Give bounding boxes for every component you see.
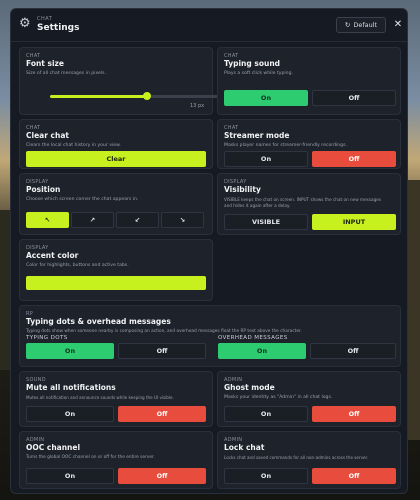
ghost-on-button[interactable]: On: [224, 406, 308, 422]
close-icon[interactable]: ✕: [392, 18, 404, 32]
ghost-mode-card: ADMIN Ghost mode Masks your identity as …: [217, 371, 401, 427]
card-desc: VISIBLE keeps the chat on screen. INPUT …: [224, 197, 382, 202]
card-desc: Size of all chat messages in pixels.: [26, 71, 106, 76]
typing-dots-card: RP Typing dots & overhead messages Typin…: [19, 305, 401, 367]
card-title: Font size: [26, 59, 64, 68]
card-title: Typing sound: [224, 59, 281, 68]
clear-chat-button[interactable]: Clear: [26, 151, 206, 167]
visibility-visible-button[interactable]: VISIBLE: [224, 214, 308, 230]
background-tree: [406, 180, 420, 440]
card-title: Streamer mode: [224, 131, 290, 140]
lock-off-button[interactable]: Off: [312, 468, 396, 484]
typing-dots-on-button[interactable]: On: [26, 343, 114, 359]
page-title: Settings: [37, 23, 80, 33]
ooc-on-button[interactable]: On: [26, 468, 114, 484]
card-desc: Choose which screen corner the chat appe…: [26, 197, 139, 202]
font-size-slider[interactable]: [50, 92, 220, 100]
default-button[interactable]: ↻ Default: [336, 17, 386, 33]
accent-color-card: DISPLAY Accent color Color for highlight…: [19, 239, 213, 301]
card-desc: Turns the global OOC channel on or off f…: [26, 455, 155, 460]
slider-handle[interactable]: [142, 92, 151, 100]
overhead-off-button[interactable]: Off: [310, 343, 396, 359]
card-title: Visibility: [224, 185, 261, 194]
position-top-left-button[interactable]: ↖: [26, 212, 69, 228]
typing-dots-off-button[interactable]: Off: [118, 343, 206, 359]
card-desc: Mutes all notification and announce soun…: [26, 395, 174, 400]
card-desc: Masks your identity as "Admin" in all ch…: [224, 395, 333, 400]
font-size-value: 13 px: [190, 103, 205, 109]
mute-off-button[interactable]: Off: [118, 406, 206, 422]
card-title: Clear chat: [26, 131, 69, 140]
card-title: Position: [26, 185, 61, 194]
visibility-card: DISPLAY Visibility VISIBLE keeps the cha…: [217, 173, 401, 235]
panel-header: ⚙ CHAT Settings ↻ Default ✕: [11, 9, 407, 42]
position-bottom-left-button[interactable]: ↙: [116, 212, 159, 228]
default-button-label: Default: [353, 21, 378, 29]
lock-chat-card: ADMIN Lock chat Locks chat and saved com…: [217, 431, 401, 489]
card-desc: Masks player names for streamer-friendly…: [224, 143, 347, 148]
card-desc: Plays a soft click while typing.: [224, 71, 293, 76]
streamer-mode-card: CHAT Streamer mode Masks player names fo…: [217, 119, 401, 169]
overhead-messages-label: OVERHEAD MESSAGES: [218, 335, 288, 341]
overhead-on-button[interactable]: On: [218, 343, 306, 359]
accent-color-swatch[interactable]: [26, 276, 206, 290]
card-desc: Color for highlights, buttons and active…: [26, 263, 129, 268]
card-title: Accent color: [26, 251, 79, 260]
streamer-off-button[interactable]: Off: [312, 151, 396, 167]
typing-sound-card: CHAT Typing sound Plays a soft click whi…: [217, 47, 401, 115]
ooc-off-button[interactable]: Off: [118, 468, 206, 484]
card-title: Ghost mode: [224, 383, 275, 392]
lock-on-button[interactable]: On: [224, 468, 308, 484]
ghost-off-button[interactable]: Off: [312, 406, 396, 422]
position-card: DISPLAY Position Choose which screen cor…: [19, 173, 213, 235]
mute-notifications-card: SOUND Mute all notifications Mutes all n…: [19, 371, 213, 427]
reset-icon: ↻: [344, 21, 351, 29]
header-kicker: CHAT: [37, 16, 53, 22]
mute-on-button[interactable]: On: [26, 406, 114, 422]
font-size-card: CHAT Font size Size of all chat messages…: [19, 47, 220, 115]
card-title: Mute all notifications: [26, 383, 116, 392]
typing-sound-off-button[interactable]: Off: [312, 90, 396, 106]
card-title: Lock chat: [224, 443, 265, 452]
card-title: OOC channel: [26, 443, 81, 452]
card-desc-line2: and hides it again after a delay.: [224, 203, 291, 208]
clear-chat-card: CHAT Clear chat Clears the local chat hi…: [19, 119, 213, 169]
visibility-input-button[interactable]: INPUT: [312, 214, 396, 230]
position-bottom-right-button[interactable]: ↘: [161, 212, 204, 228]
ooc-channel-card: ADMIN OOC channel Turns the global OOC c…: [19, 431, 213, 489]
position-top-right-button[interactable]: ↗: [71, 212, 114, 228]
gear-icon: ⚙: [19, 16, 31, 31]
typing-sound-on-button[interactable]: On: [224, 90, 308, 106]
typing-dots-label: TYPING DOTS: [26, 335, 68, 341]
card-title: Typing dots & overhead messages: [26, 317, 171, 326]
card-desc: Typing dots show when someone nearby is …: [26, 329, 302, 334]
slider-fill: [50, 95, 147, 98]
card-desc: Clears the local chat history in your vi…: [26, 143, 121, 148]
card-desc: Locks chat and saved commands for all no…: [224, 455, 369, 460]
settings-panel: ⚙ CHAT Settings ↻ Default ✕ CHAT Font si…: [10, 8, 408, 494]
streamer-on-button[interactable]: On: [224, 151, 308, 167]
